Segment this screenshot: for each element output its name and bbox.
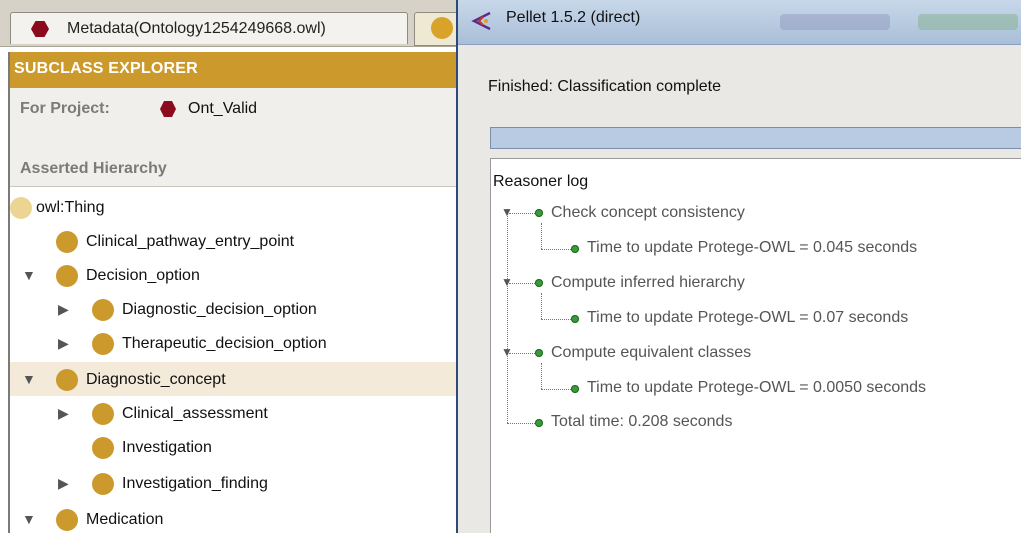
tree-node-label: owl:Thing <box>36 199 105 216</box>
tree-connector <box>507 423 535 424</box>
tree-node[interactable]: ▶ Clinical_assessment <box>10 396 456 430</box>
tree-node-selected[interactable]: ▼ Diagnostic_concept <box>10 362 456 396</box>
log-entry: Time to update Protege-OWL = 0.0050 seco… <box>587 379 927 396</box>
project-row: For Project: Ont_Valid <box>10 88 456 150</box>
tree-connector <box>541 319 573 320</box>
project-hex-icon <box>160 101 176 117</box>
status-dot-icon <box>571 315 579 323</box>
tree-node-label: Diagnostic_concept <box>86 371 226 388</box>
tab-metadata[interactable]: Metadata(Ontology1254249668.owl) <box>10 12 408 44</box>
project-name: Ont_Valid <box>188 100 258 117</box>
class-dot-icon <box>92 299 114 321</box>
progress-bar <box>490 127 1021 149</box>
tree-node[interactable]: ▶ Diagnostic_decision_option <box>10 292 456 326</box>
tree-node-label: Investigation_finding <box>122 475 268 492</box>
class-dot-icon <box>10 197 32 219</box>
tab-next[interactable] <box>414 12 456 46</box>
tab-strip: Metadata(Ontology1254249668.owl) <box>0 0 456 47</box>
log-entry: Compute equivalent classes <box>551 344 752 361</box>
tree-node[interactable]: Investigation <box>10 430 456 464</box>
explorer-title: SUBCLASS EXPLORER <box>14 60 198 77</box>
expand-arrow-icon[interactable]: ▶ <box>58 335 69 352</box>
tree-node-label: Diagnostic_decision_option <box>122 301 317 318</box>
class-dot-icon <box>56 231 78 253</box>
tree-node-label: Clinical_assessment <box>122 405 268 422</box>
status-dot-icon <box>535 349 543 357</box>
tree-node-label: Clinical_pathway_entry_point <box>86 233 295 250</box>
class-dot-icon <box>92 437 114 459</box>
dialog-title: Pellet 1.5.2 (direct) <box>506 9 641 26</box>
tree-node-label: Decision_option <box>86 267 200 284</box>
class-dot-icon <box>56 509 78 531</box>
collapse-arrow-icon[interactable]: ▼ <box>501 345 513 359</box>
progress-fill <box>491 128 1021 148</box>
hierarchy-header: Asserted Hierarchy <box>10 150 456 187</box>
tree-node[interactable]: Clinical_pathway_entry_point <box>10 224 456 258</box>
status-dot-icon <box>535 279 543 287</box>
tree-connector <box>541 389 573 390</box>
tree-node[interactable]: ▶ Investigation_finding <box>10 466 456 500</box>
status-dot-icon <box>535 419 543 427</box>
class-dot-icon <box>431 17 453 39</box>
tree-node-label: Investigation <box>122 439 212 456</box>
tree-node-label: Therapeutic_decision_option <box>122 335 327 352</box>
expand-arrow-icon[interactable]: ▶ <box>58 301 69 318</box>
tree-connector <box>507 209 508 423</box>
hierarchy-title: Asserted Hierarchy <box>20 160 167 177</box>
log-entry: Compute inferred hierarchy <box>551 274 745 291</box>
collapse-arrow-icon[interactable]: ▼ <box>22 371 36 387</box>
class-dot-icon <box>92 473 114 495</box>
tab-metadata-label: Metadata(Ontology1254249668.owl) <box>67 20 326 37</box>
tree-node[interactable]: ▼ Medication <box>10 502 456 533</box>
tree-node[interactable]: owl:Thing <box>10 190 456 224</box>
tree-connector <box>541 363 542 389</box>
log-entry: Total time: 0.208 seconds <box>551 413 733 430</box>
status-dot-icon <box>571 245 579 253</box>
tree-connector <box>541 223 542 249</box>
ontology-hex-icon <box>31 21 49 37</box>
collapse-arrow-icon[interactable]: ▼ <box>22 511 36 527</box>
tree-node[interactable]: ▼ Decision_option <box>10 258 456 292</box>
background-blur <box>780 14 890 30</box>
class-dot-icon <box>56 369 78 391</box>
log-entry: Check concept consistency <box>551 204 745 221</box>
log-title: Reasoner log <box>493 173 589 190</box>
status-dot-icon <box>571 385 579 393</box>
reasoner-log: Reasoner log ▼ Check concept consistency… <box>490 158 1021 533</box>
tree-connector <box>509 353 535 354</box>
tree-connector <box>541 293 542 319</box>
project-label: For Project: <box>20 100 110 117</box>
expand-arrow-icon[interactable]: ▶ <box>58 475 69 492</box>
tree-connector <box>541 249 573 250</box>
background-blur <box>918 14 1018 30</box>
left-pane: Metadata(Ontology1254249668.owl) SUBCLAS… <box>0 0 456 533</box>
class-tree: owl:Thing Clinical_pathway_entry_point ▼… <box>10 188 456 533</box>
reasoner-dialog: Pellet 1.5.2 (direct) Finished: Classifi… <box>456 0 1021 533</box>
status-text: Finished: Classification complete <box>488 78 721 95</box>
tree-connector <box>509 213 535 214</box>
dialog-titlebar[interactable]: Pellet 1.5.2 (direct) <box>458 0 1021 45</box>
tree-node-label: Medication <box>86 511 164 528</box>
class-dot-icon <box>92 333 114 355</box>
status-dot-icon <box>535 209 543 217</box>
expand-arrow-icon[interactable]: ▶ <box>58 405 69 422</box>
collapse-arrow-icon[interactable]: ▼ <box>501 205 513 219</box>
pellet-icon <box>471 11 491 31</box>
tree-node[interactable]: ▶ Therapeutic_decision_option <box>10 326 456 360</box>
collapse-arrow-icon[interactable]: ▼ <box>501 275 513 289</box>
tree-connector <box>509 283 535 284</box>
explorer-header: SUBCLASS EXPLORER <box>10 52 456 88</box>
log-entry: Time to update Protege-OWL = 0.07 second… <box>587 309 909 326</box>
class-dot-icon <box>92 403 114 425</box>
collapse-arrow-icon[interactable]: ▼ <box>22 267 36 283</box>
class-dot-icon <box>56 265 78 287</box>
log-entry: Time to update Protege-OWL = 0.045 secon… <box>587 239 918 256</box>
